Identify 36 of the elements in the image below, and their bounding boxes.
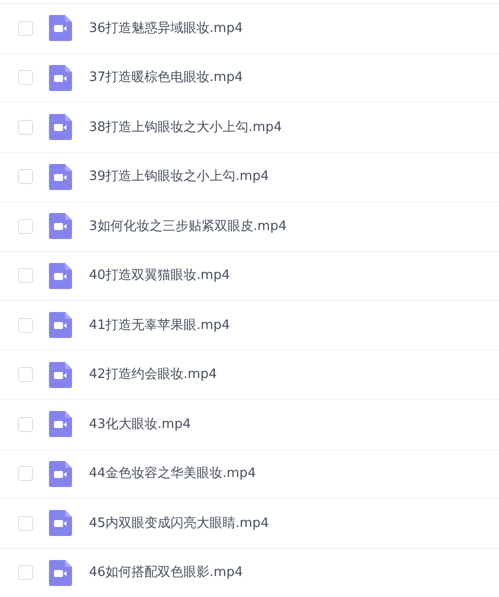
video-file-icon — [49, 362, 72, 388]
video-file-icon — [49, 15, 72, 42]
checkbox[interactable] — [18, 416, 33, 432]
video-file-icon — [49, 213, 72, 240]
checkbox[interactable] — [18, 218, 33, 234]
checkbox[interactable] — [18, 318, 33, 333]
file-name[interactable]: 43化大眼妆.mp4 — [89, 414, 191, 434]
file-name[interactable]: 37打造暖棕色电眼妆.mp4 — [89, 68, 243, 88]
file-name[interactable]: 39打造上钩眼妆之小上勾.mp4 — [89, 167, 269, 186]
video-file-icon — [49, 411, 72, 438]
checkbox[interactable] — [18, 70, 33, 86]
file-name[interactable]: 38打造上钩眼妆之大小上勾.mp4 — [89, 118, 282, 137]
checkbox[interactable] — [18, 268, 33, 284]
file-name[interactable]: 3如何化妆之三步贴紧双眼皮.mp4 — [89, 216, 287, 236]
checkbox[interactable] — [18, 120, 33, 135]
video-file-icon — [49, 262, 72, 289]
video-file-icon — [49, 64, 72, 91]
video-file-icon — [49, 560, 72, 586]
video-file-icon — [49, 164, 72, 190]
checkbox[interactable] — [18, 20, 33, 36]
video-file-icon — [49, 312, 72, 338]
checkbox[interactable] — [18, 466, 33, 482]
file-name[interactable]: 45内双眼变成闪亮大眼睛.mp4 — [89, 514, 269, 533]
file-name[interactable]: 36打造魅惑异域眼妆.mp4 — [89, 18, 243, 38]
checkbox[interactable] — [18, 516, 33, 531]
file-name[interactable]: 41打造无辜苹果眼.mp4 — [89, 316, 230, 335]
file-name[interactable]: 44金色妆容之华美眼妆.mp4 — [89, 464, 256, 484]
checkbox[interactable] — [18, 565, 33, 580]
file-name[interactable]: 40打造双翼猫眼妆.mp4 — [89, 266, 230, 286]
file-name[interactable]: 42打造约会眼妆.mp4 — [89, 365, 217, 384]
video-file-icon — [49, 510, 72, 536]
checkbox[interactable] — [18, 367, 33, 382]
checkbox[interactable] — [18, 169, 33, 184]
file-name[interactable]: 46如何搭配双色眼影.mp4 — [89, 563, 243, 582]
video-file-icon — [49, 114, 72, 140]
video-file-icon — [49, 460, 72, 487]
